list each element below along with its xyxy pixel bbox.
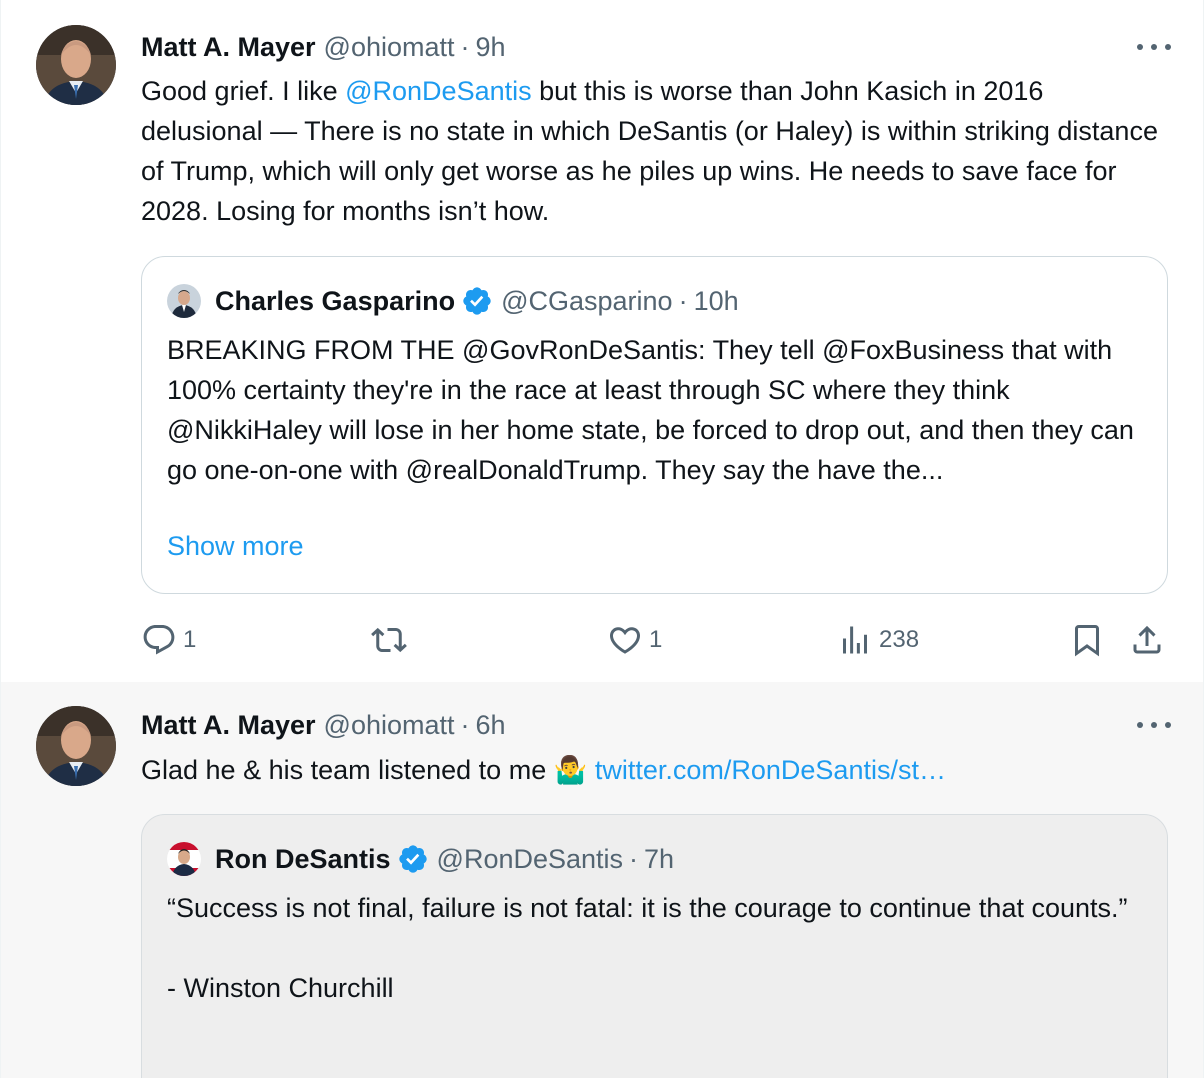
separator: · [678,285,688,316]
author-handle[interactable]: @ohiomatt [324,32,455,63]
tweet-text-part: Glad he & his team listened to me 🤷‍♂️ [141,755,595,785]
tweet-header: Matt A. Mayer @ohiomatt · 9h [141,30,506,64]
timestamp[interactable]: 9h [476,32,506,63]
separator: · [460,31,470,62]
tweet[interactable]: Matt A. Mayer @ohiomatt · 6h Glad he & h… [1,682,1203,1078]
quoted-author-handle: @CGasparino [501,285,673,316]
quote-attribution: - Winston Churchill [167,973,394,1003]
quoted-author-handle: @RonDeSantis [436,843,624,874]
quote-line: “Success is not final, failure is not fa… [167,893,1128,923]
bookmark-button[interactable] [1069,620,1105,660]
quoted-tweet-text: BREAKING FROM THE @GovRonDeSantis: They … [167,335,1134,485]
tweet[interactable]: Matt A. Mayer @ohiomatt · 9h Good grief.… [1,0,1203,682]
more-icon[interactable] [1137,715,1171,735]
quoted-author-name: Charles Gasparino [215,285,456,316]
tweet-actions: 1 1 238 [141,620,1171,660]
quoted-tweet[interactable]: Ron DeSantis @RonDeSantis · 7h “Success … [141,814,1168,1078]
tweet-header: Matt A. Mayer @ohiomatt · 6h [141,708,506,742]
separator: · [629,843,639,874]
verified-badge-icon [398,845,427,873]
author-handle[interactable]: @ohiomatt [324,710,455,741]
author-name[interactable]: Matt A. Mayer [141,32,316,63]
views-button[interactable]: 238 [837,620,919,660]
mention-link[interactable]: @RonDeSantis [345,76,532,106]
tweet-text: Good grief. I like @RonDeSantis but this… [141,71,1171,231]
quoted-timestamp: 10h [693,285,739,316]
tweet-text: Glad he & his team listened to me 🤷‍♂️ t… [141,750,1171,790]
separator: · [460,709,470,740]
share-icon [1133,625,1161,654]
quoted-tweet-header: Ron DeSantis @RonDeSantis · 7h [167,842,674,876]
reply-button[interactable]: 1 [141,620,196,660]
quoted-author-name: Ron DeSantis [215,843,391,874]
url-link[interactable]: twitter.com/RonDeSantis/st… [595,755,946,785]
avatar[interactable] [36,25,116,105]
quoted-avatar [167,842,201,876]
share-button[interactable] [1129,620,1165,660]
quoted-tweet-text: “Success is not final, failure is not fa… [167,888,1147,1008]
tweet-text-part: Good grief. I like [141,76,346,106]
reply-count: 1 [183,626,197,653]
bookmark-icon [1075,625,1099,657]
views-icon [843,626,867,654]
quoted-tweet-header: Charles Gasparino @CGasparino · 10h [167,284,739,318]
show-more-link[interactable]: Show more [167,531,304,562]
like-button[interactable]: 1 [607,620,662,660]
quoted-timestamp: 7h [644,843,675,874]
avatar[interactable] [36,706,116,786]
views-count: 238 [879,626,920,653]
like-icon [609,627,641,654]
quoted-tweet[interactable]: Charles Gasparino @CGasparino · 10h BREA… [141,256,1168,594]
retweet-button[interactable] [371,620,413,660]
timestamp[interactable]: 6h [476,710,506,741]
more-icon[interactable] [1137,37,1171,57]
reply-icon [143,625,175,655]
timeline: Matt A. Mayer @ohiomatt · 9h Good grief.… [0,0,1204,1078]
verified-badge-icon [463,287,491,315]
like-count: 1 [649,626,663,653]
author-name[interactable]: Matt A. Mayer [141,710,316,741]
quoted-avatar [167,284,201,318]
retweet-icon [371,627,407,653]
